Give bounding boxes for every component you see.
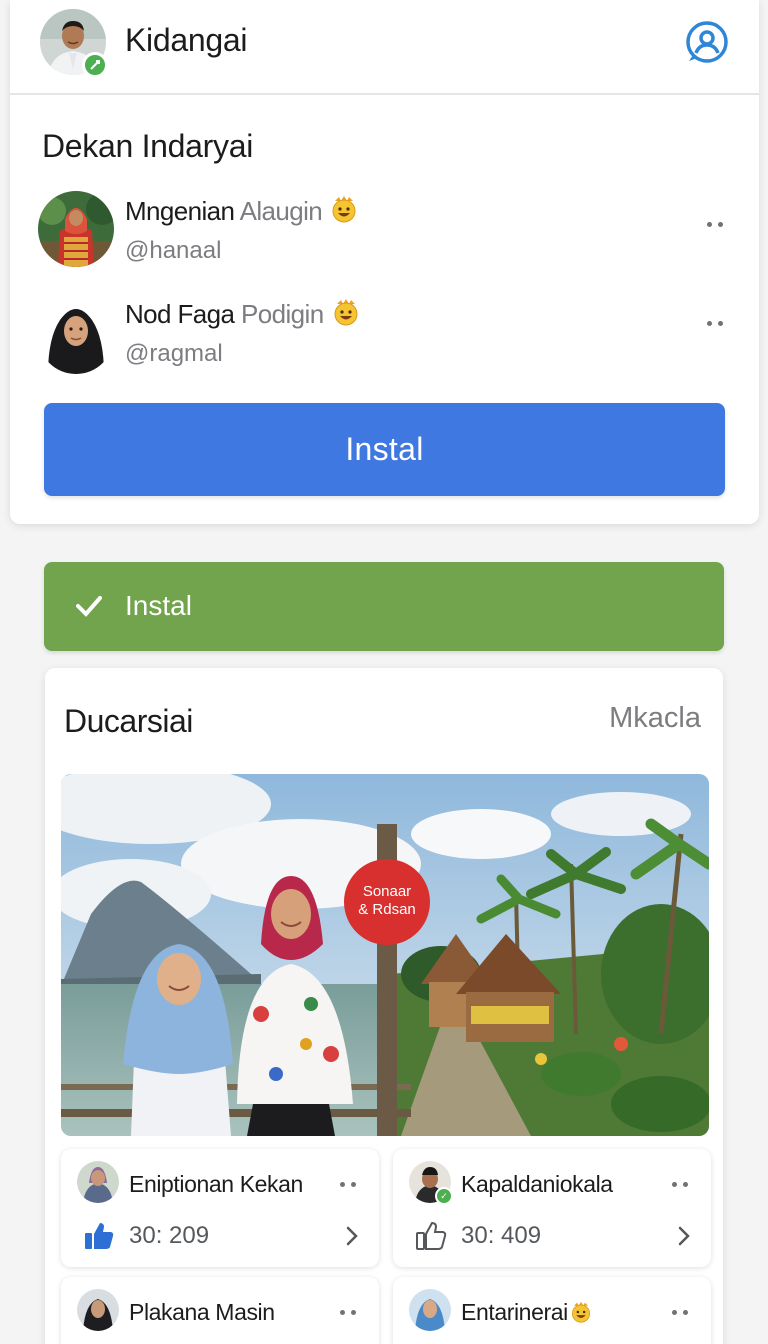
sign-text-line-2: & Rdsan: [358, 901, 416, 918]
installed-label: Instal: [125, 590, 192, 621]
chevron-right-icon[interactable]: [677, 1225, 691, 1247]
smiley-emoji-icon: [332, 298, 360, 326]
post-card[interactable]: ✓ Kapaldaniokala 30: 409: [393, 1149, 711, 1267]
app-bar: Kidangai: [10, 0, 759, 95]
person-name-primary: Nod Faga: [125, 299, 235, 329]
person-name[interactable]: Mngenian Alaugin: [125, 195, 358, 227]
more-options-icon[interactable]: [667, 1179, 693, 1189]
person-name-secondary: Alaugin: [239, 196, 323, 226]
profile-search-icon[interactable]: [683, 19, 731, 67]
post-card[interactable]: Plakana Masin: [61, 1277, 379, 1344]
install-button[interactable]: Instal: [44, 403, 725, 496]
chevron-right-icon[interactable]: [345, 1225, 359, 1247]
online-status-icon: [82, 52, 108, 78]
smiley-emoji-icon: [570, 1301, 592, 1323]
person-name[interactable]: Nod Faga Podigin: [125, 298, 360, 330]
reaction-count: 30: 409: [461, 1222, 542, 1249]
post-title: Entarinerai: [461, 1299, 592, 1326]
feed-card: Ducarsiai Mkacla Sonaar & Rdsan Eniption…: [45, 668, 723, 1344]
person-handle: @hanaal: [125, 237, 222, 264]
thumbs-up-outline-icon[interactable]: [415, 1221, 447, 1251]
sign-text-line-1: Sonaar: [363, 883, 411, 900]
suggestion-row[interactable]: Mngenian Alaugin @hanaal: [10, 191, 759, 285]
post-title: Kapaldaniokala: [461, 1171, 613, 1197]
person-handle: @ragmal: [125, 340, 223, 367]
app-title: Kidangai: [125, 22, 248, 58]
post-title-text: Entarinerai: [461, 1299, 568, 1325]
more-options-icon[interactable]: [702, 219, 728, 229]
feed-title: Ducarsiai: [64, 703, 193, 739]
person-name-primary: Mngenian: [125, 196, 235, 226]
installed-banner[interactable]: Instal: [44, 562, 724, 651]
post-avatar[interactable]: [77, 1161, 119, 1203]
person-avatar[interactable]: [38, 191, 114, 267]
smiley-emoji-icon: [330, 195, 358, 223]
post-card[interactable]: Eniptionan Kekan 30: 209: [61, 1149, 379, 1267]
post-avatar[interactable]: [409, 1289, 451, 1331]
top-card: Kidangai Dekan Indaryai Mngenian Alaugin…: [10, 0, 759, 524]
thumbs-up-filled-icon[interactable]: [83, 1221, 115, 1251]
more-options-icon[interactable]: [702, 318, 728, 328]
suggestions-title: Dekan Indaryai: [42, 128, 254, 164]
person-name-secondary: Podigin: [241, 299, 324, 329]
post-title: Eniptionan Kekan: [129, 1171, 303, 1197]
feed-more-link[interactable]: Mkacla: [609, 702, 701, 735]
online-status-icon: ✓: [435, 1187, 453, 1205]
reaction-count: 30: 209: [129, 1222, 210, 1249]
more-options-icon[interactable]: [667, 1307, 693, 1317]
check-icon: [76, 596, 102, 617]
person-avatar[interactable]: [38, 298, 114, 374]
more-options-icon[interactable]: [335, 1307, 361, 1317]
post-title: Plakana Masin: [129, 1299, 275, 1325]
post-avatar[interactable]: [77, 1289, 119, 1331]
post-card[interactable]: Entarinerai: [393, 1277, 711, 1344]
feed-photo[interactable]: Sonaar & Rdsan: [61, 774, 709, 1136]
suggestion-row[interactable]: Nod Faga Podigin @ragmal: [10, 298, 759, 388]
user-avatar[interactable]: [40, 9, 108, 78]
more-options-icon[interactable]: [335, 1179, 361, 1189]
